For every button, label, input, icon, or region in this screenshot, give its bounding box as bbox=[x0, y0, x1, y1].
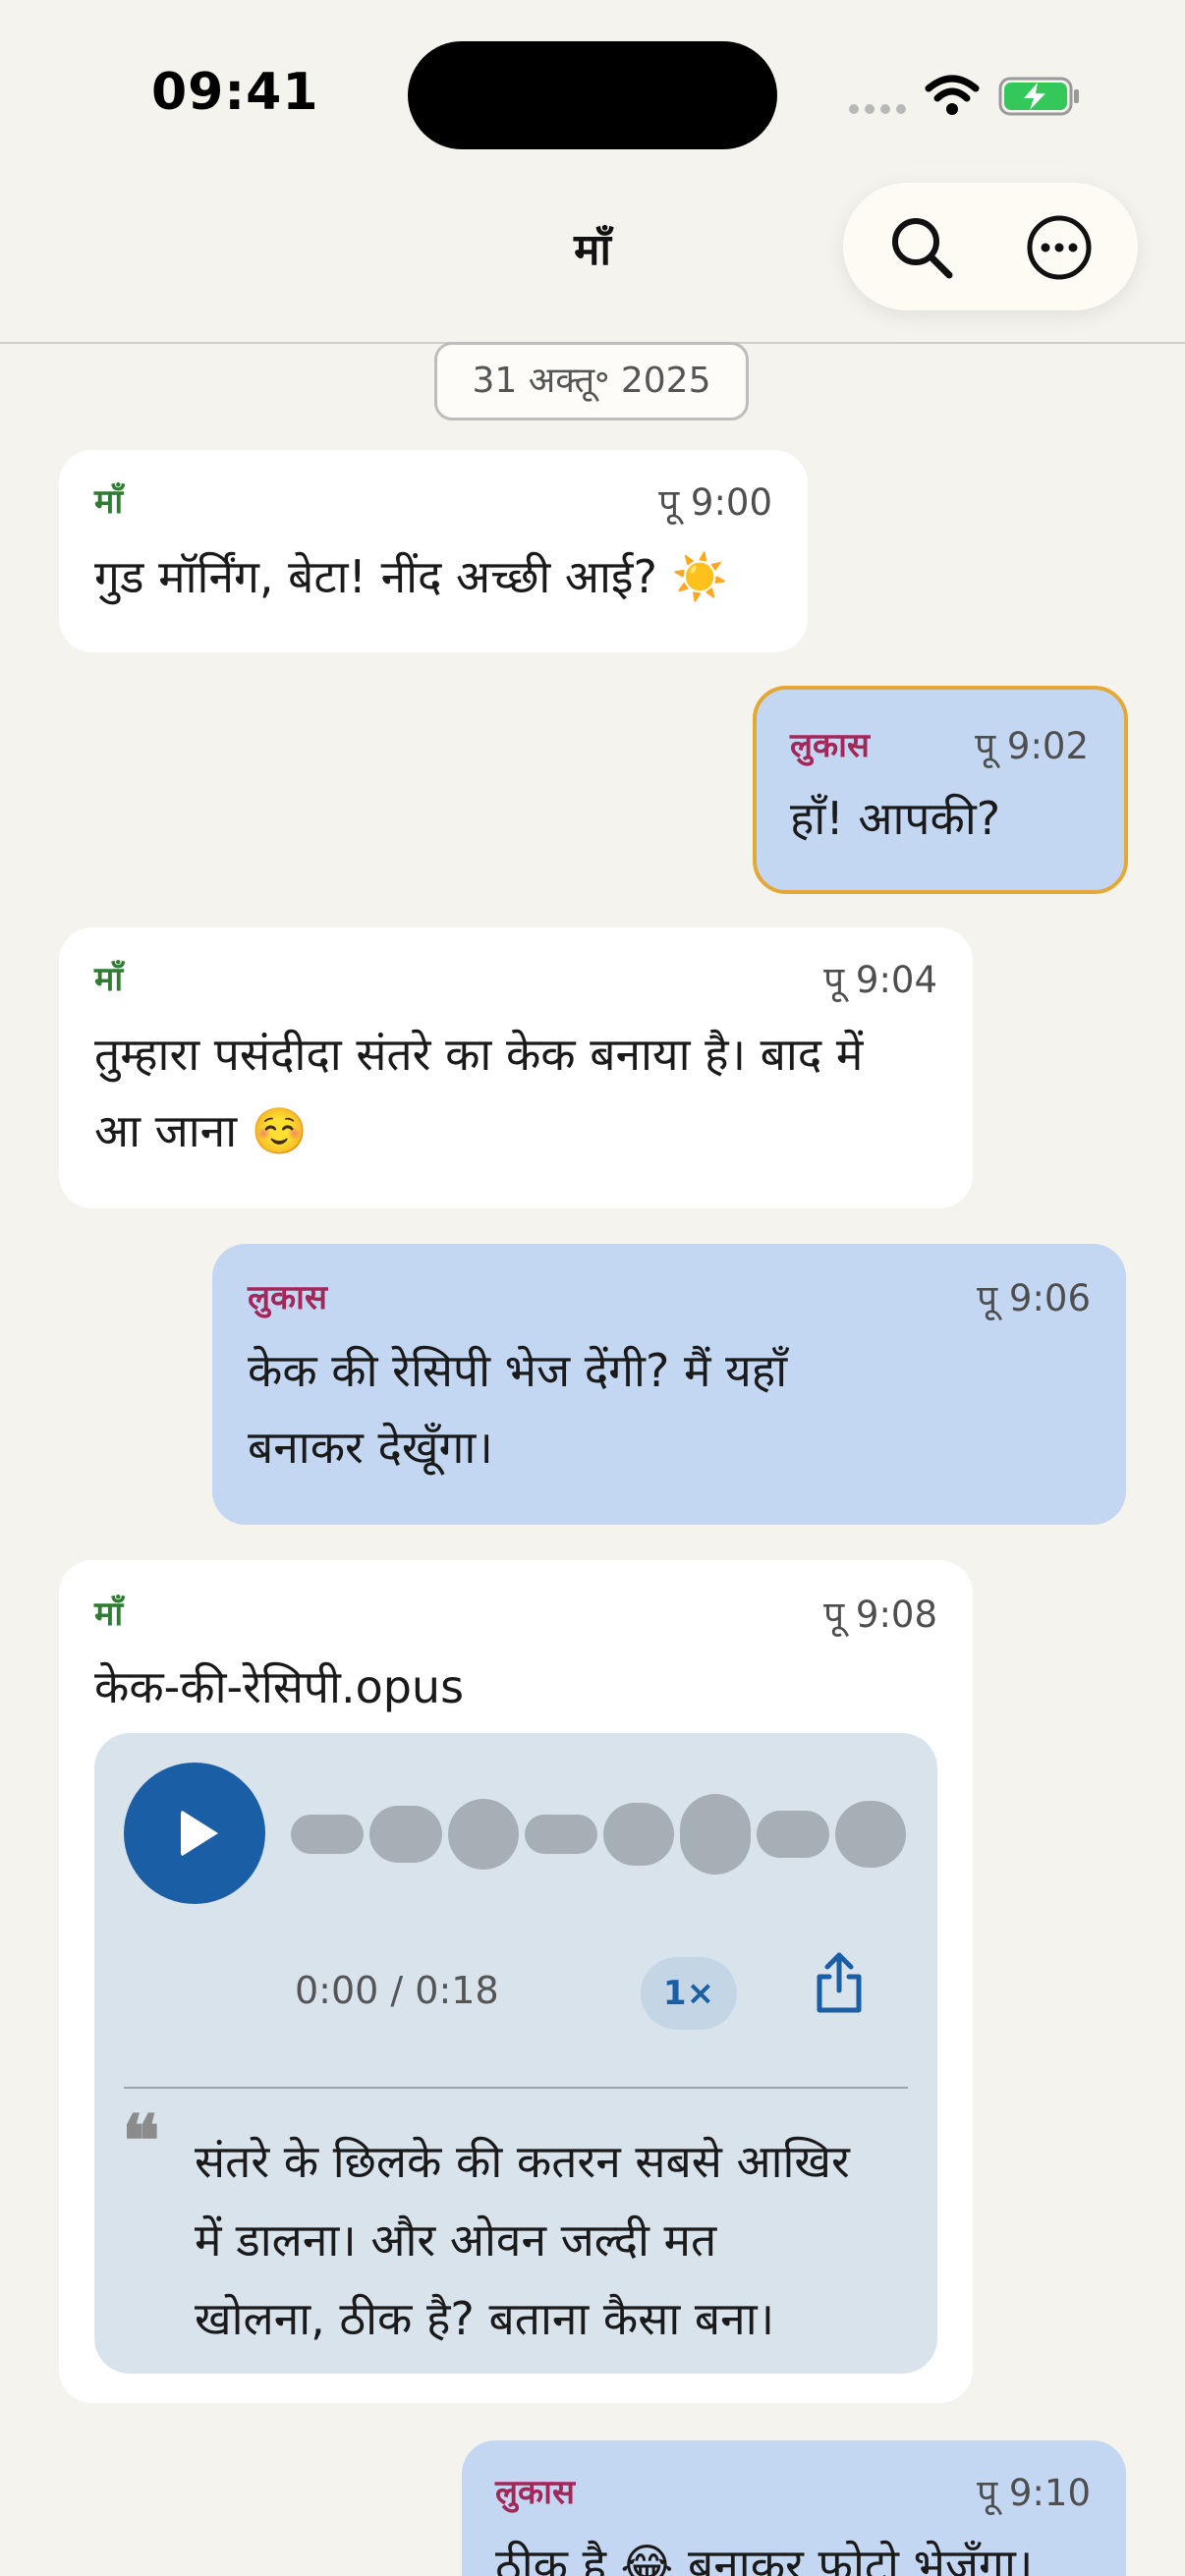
header-actions bbox=[843, 183, 1138, 310]
share-icon[interactable] bbox=[812, 1951, 867, 2016]
waveform-bar bbox=[680, 1794, 751, 1875]
date-chip: 31 अक्तू॰ 2025 bbox=[434, 342, 749, 420]
message-time: पू 9:06 bbox=[977, 1277, 1091, 1319]
dynamic-island bbox=[408, 41, 777, 149]
transcript-divider bbox=[124, 2087, 908, 2089]
message-bubble-incoming[interactable]: माँ पू 9:04 तुम्हारा पसंदीदा संतरे का के… bbox=[59, 927, 973, 1208]
transcript-line: खोलना, ठीक है? बताना कैसा बना। bbox=[195, 2292, 775, 2345]
message-bubble-voice[interactable]: माँ पू 9:08 केक-की-रेसिपी.opus 0:00 / 0:… bbox=[59, 1560, 973, 2403]
sender-name: लुकास bbox=[790, 726, 870, 765]
waveform-bar bbox=[757, 1811, 829, 1858]
sender-name: लुकास bbox=[248, 1278, 327, 1317]
status-time: 09:41 bbox=[151, 63, 319, 122]
sender-name: माँ bbox=[94, 960, 124, 999]
waveform-bar bbox=[525, 1815, 597, 1854]
transcript-line: संतरे के छिलके की कतरन सबसे आखिर bbox=[195, 2135, 850, 2188]
waveform-bar bbox=[835, 1801, 906, 1868]
message-bubble-outgoing[interactable]: लुकास पू 9:06 केक की रेसिपी भेज देंगी? म… bbox=[212, 1244, 1126, 1525]
message-text-line: तुम्हारा पसंदीदा संतरे का केक बनाया है। … bbox=[94, 1028, 864, 1081]
sender-name: लुकास bbox=[495, 2473, 575, 2512]
quote-icon: ❝ bbox=[122, 2099, 160, 2182]
play-icon[interactable] bbox=[124, 1763, 265, 1904]
transcript-line: में डालना। और ओवन जल्दी मत bbox=[195, 2213, 717, 2267]
voice-filename: केक-की-रेसिपी.opus bbox=[94, 1660, 465, 1713]
sender-name: माँ bbox=[94, 482, 124, 522]
message-text-line: बनाकर देखूँगा। bbox=[248, 1421, 493, 1474]
signal-dots-icon bbox=[849, 104, 906, 114]
waveform-bar bbox=[291, 1815, 364, 1854]
message-time: पू 9:10 bbox=[977, 2472, 1091, 2514]
more-icon[interactable] bbox=[1024, 212, 1095, 283]
message-time: पू 9:00 bbox=[658, 481, 772, 524]
message-time: पू 9:08 bbox=[823, 1594, 937, 1636]
message-time: पू 9:02 bbox=[975, 725, 1089, 767]
wifi-icon bbox=[925, 75, 980, 115]
sender-name: माँ bbox=[94, 1595, 124, 1634]
voice-duration: 0:00 / 0:18 bbox=[295, 1969, 499, 2012]
message-text: हाँ! आपकी? bbox=[790, 792, 1001, 845]
message-text: ठीक है 😂 बनाकर फोटो भेजूँगा। bbox=[495, 2539, 1034, 2576]
waveform-bar bbox=[448, 1799, 519, 1870]
message-text-line: केक की रेसिपी भेज देंगी? मैं यहाँ bbox=[248, 1344, 788, 1397]
chat-screen: 09:41 माँ 31 अक्तू॰ 2025 माँ पू 9:00 गुड… bbox=[0, 0, 1185, 2576]
message-text-line: आ जाना ☺️ bbox=[94, 1104, 309, 1157]
search-icon[interactable] bbox=[886, 212, 957, 283]
battery-charging-icon bbox=[998, 77, 1079, 116]
voice-transcript: संतरे के छिलके की कतरन सबसे आखिर में डाल… bbox=[195, 2122, 922, 2358]
message-bubble-incoming[interactable]: माँ पू 9:00 गुड मॉर्निंग, बेटा! नींद अच्… bbox=[59, 450, 808, 652]
playback-speed-button[interactable]: 1× bbox=[641, 1957, 737, 2030]
message-time: पू 9:04 bbox=[823, 959, 937, 1001]
voice-note-player: 0:00 / 0:18 1× ❝ संतरे के छिलके की कतरन … bbox=[94, 1733, 937, 2374]
waveform-bar bbox=[369, 1806, 442, 1863]
message-bubble-outgoing-highlighted[interactable]: लुकास पू 9:02 हाँ! आपकी? bbox=[753, 686, 1128, 894]
voice-waveform[interactable] bbox=[291, 1794, 910, 1875]
waveform-bar bbox=[603, 1803, 674, 1866]
message-text: गुड मॉर्निंग, बेटा! नींद अच्छी आई? ☀️ bbox=[94, 550, 728, 603]
message-bubble-outgoing[interactable]: लुकास पू 9:10 ठीक है 😂 बनाकर फोटो भेजूँग… bbox=[462, 2440, 1126, 2576]
